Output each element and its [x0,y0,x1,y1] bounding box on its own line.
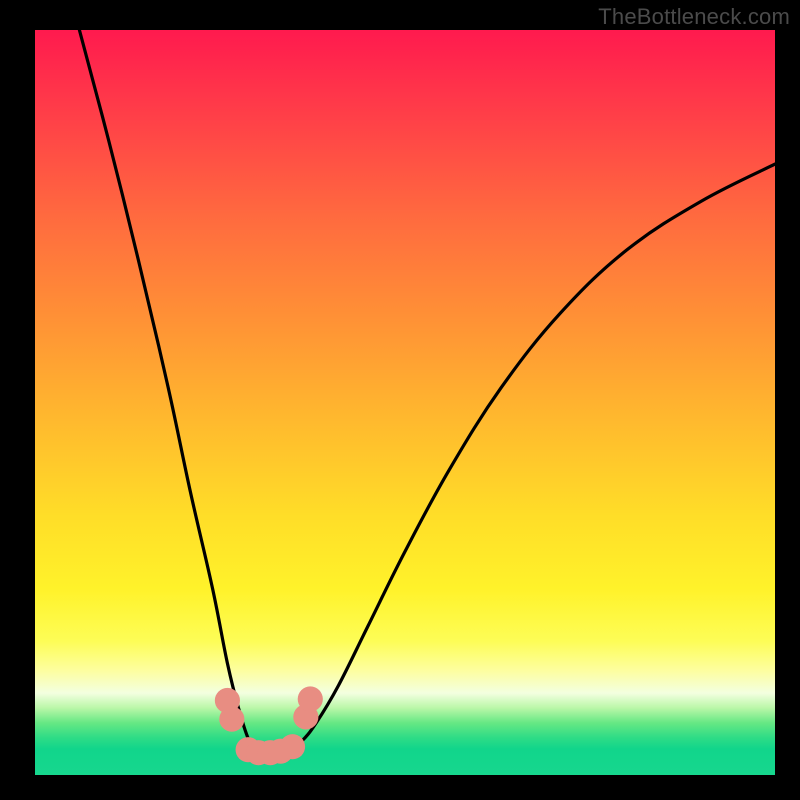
chart-frame: TheBottleneck.com [0,0,800,800]
curve-markers [215,686,323,765]
curve-svg [35,30,775,775]
plot-area [35,30,775,775]
bottleneck-curve [79,30,775,753]
curve-marker [298,686,323,711]
curve-marker [219,707,244,732]
curve-marker [280,734,305,759]
watermark-text: TheBottleneck.com [598,4,790,30]
